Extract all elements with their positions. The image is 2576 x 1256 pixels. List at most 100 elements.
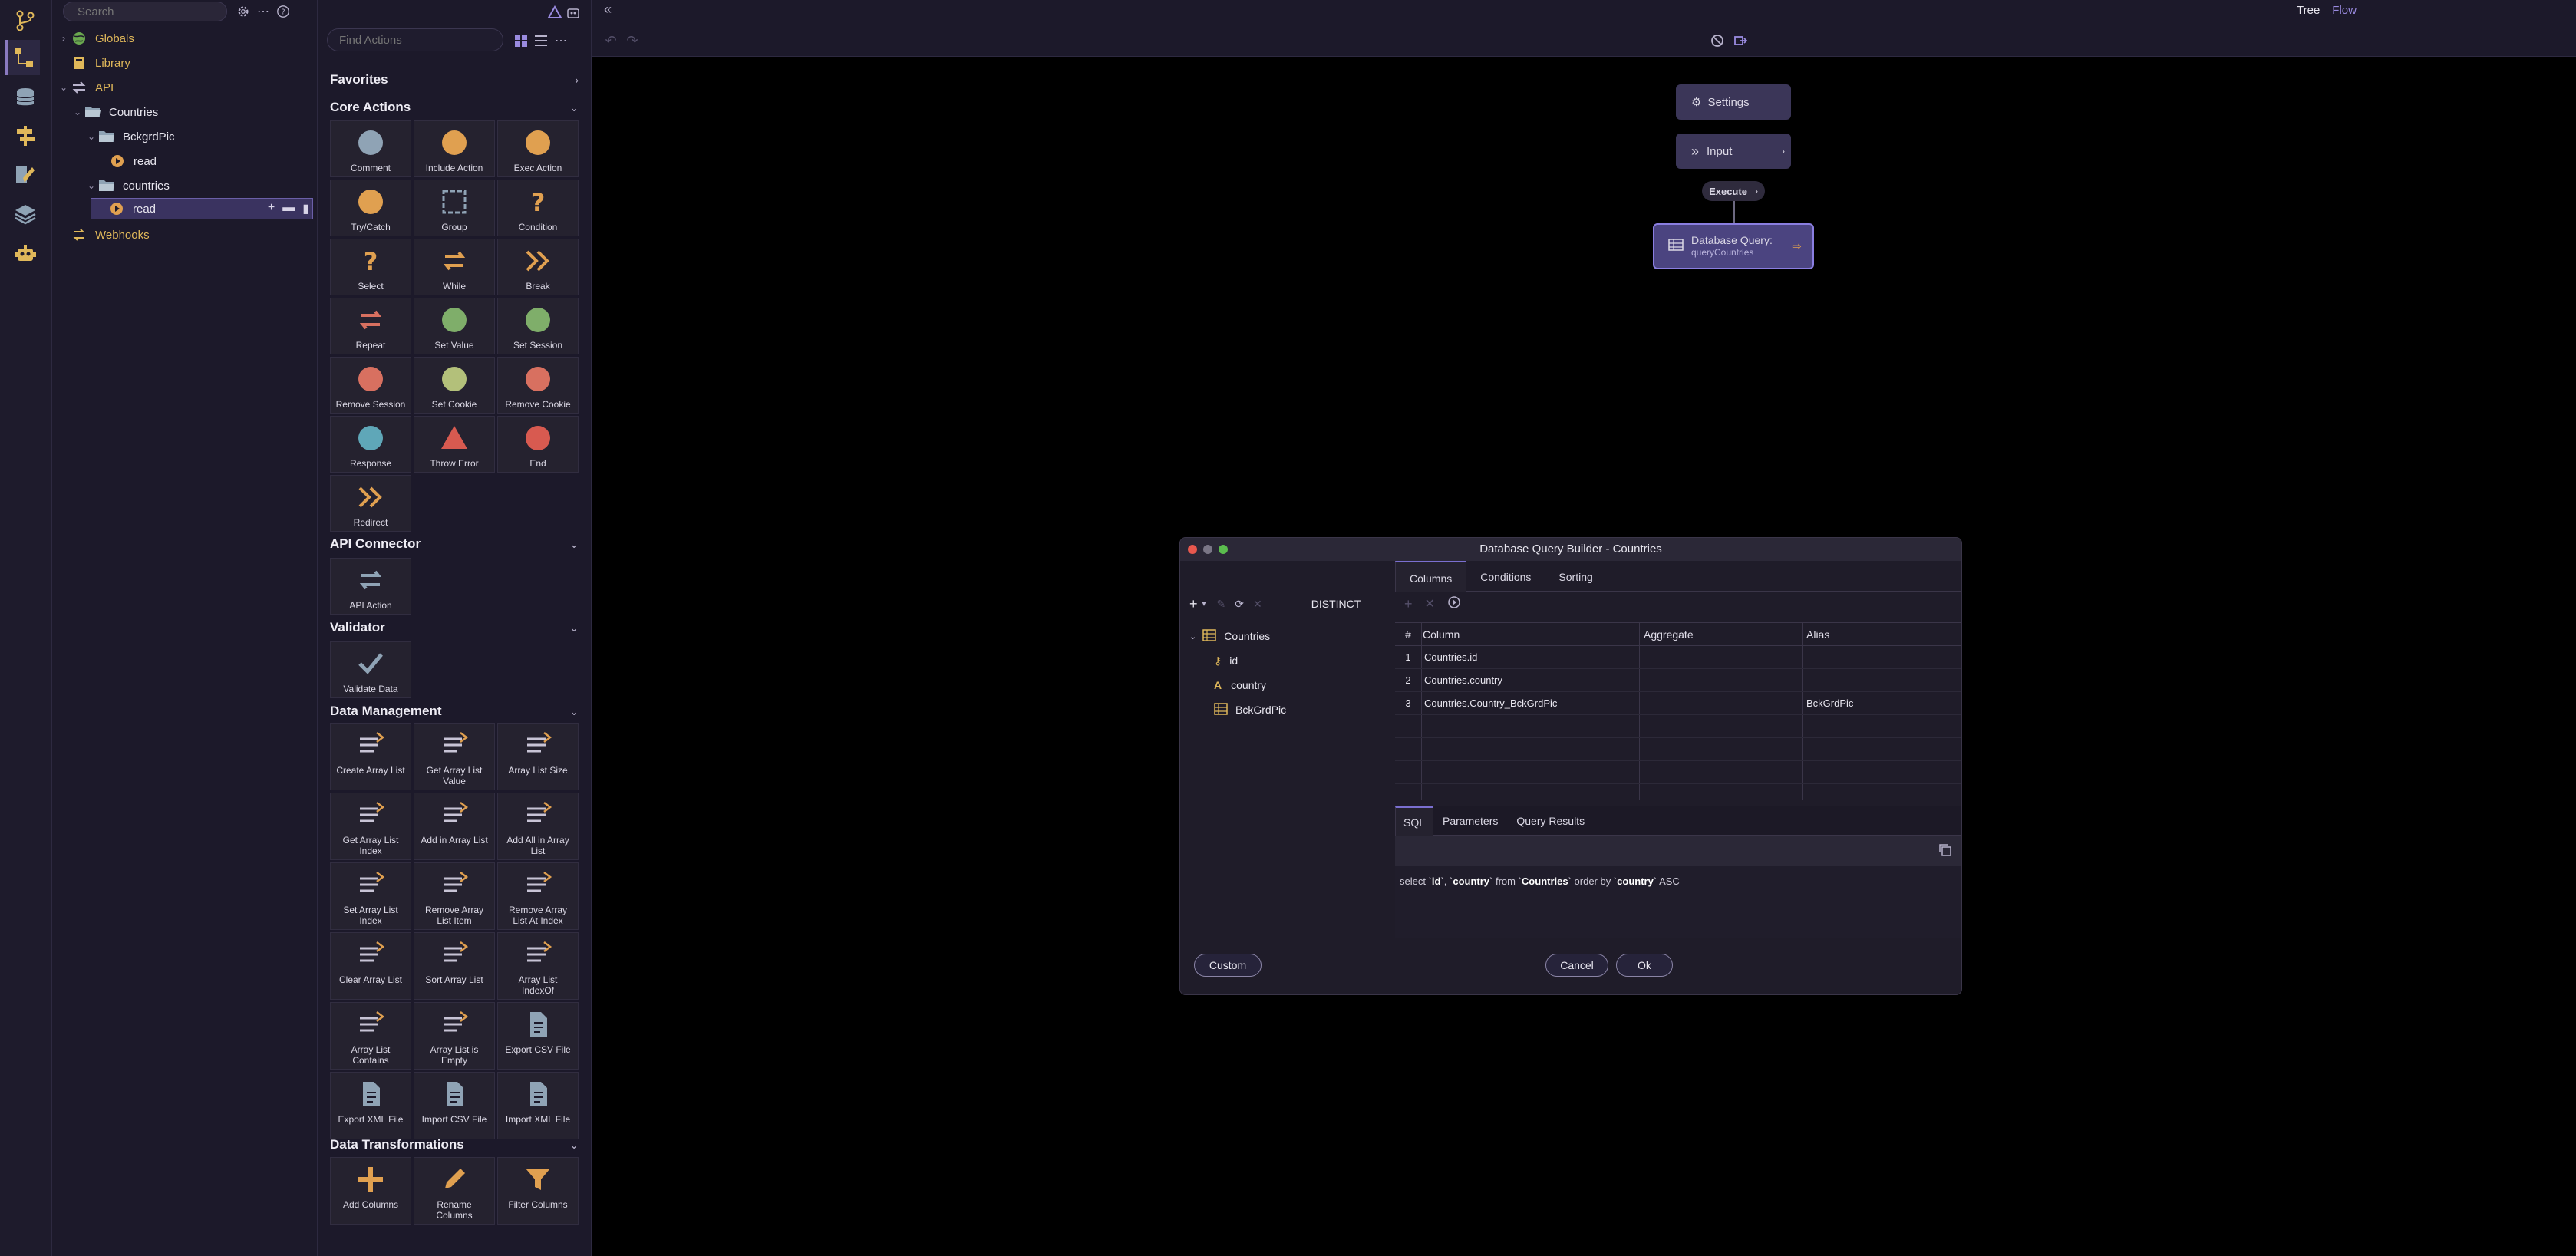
chevron-right-icon[interactable]: › — [1755, 186, 1758, 196]
field-bckgrdpic[interactable]: BckGrdPic — [1214, 698, 1286, 721]
action-tile[interactable]: Response — [330, 416, 411, 473]
robot-small-icon[interactable] — [563, 3, 583, 23]
grid-view-icon[interactable] — [511, 31, 531, 51]
table-row[interactable]: 2 Countries.country — [1395, 669, 1961, 692]
database-query-node[interactable]: Database Query: queryCountries ⇨ — [1653, 223, 1814, 269]
action-tile[interactable]: ? Condition — [497, 180, 579, 236]
section-favorites[interactable]: Favorites › — [330, 68, 583, 91]
tree-node-bckgrdpic-folder[interactable]: ⌄ BckgrdPic — [84, 126, 175, 147]
table-row-empty[interactable] — [1395, 738, 1961, 761]
field-id[interactable]: ⚷ id — [1214, 649, 1238, 672]
tab-columns[interactable]: Columns — [1395, 561, 1467, 592]
chevron-down-icon[interactable]: ⌄ — [1189, 631, 1196, 641]
collapse-panel-icon[interactable]: « — [604, 2, 612, 18]
tree-node-api[interactable]: ⌄ API — [57, 77, 114, 98]
layers-icon[interactable] — [8, 196, 43, 232]
action-tile[interactable]: Export XML File — [330, 1072, 411, 1139]
action-tile[interactable]: Array List Contains — [330, 1002, 411, 1070]
action-tile[interactable]: ? Select — [330, 239, 411, 295]
signpost-icon[interactable] — [8, 118, 43, 153]
action-tile[interactable]: Validate Data — [330, 641, 411, 698]
grid-header-column[interactable]: Column — [1421, 623, 1639, 646]
action-tile[interactable]: Import CSV File — [414, 1072, 495, 1139]
tab-query-results[interactable]: Query Results — [1507, 806, 1594, 836]
find-actions-input[interactable] — [327, 28, 503, 51]
add-column-icon[interactable]: + — [1404, 596, 1413, 612]
action-tile[interactable]: Include Action — [414, 120, 495, 177]
action-tile[interactable]: Exec Action — [497, 120, 579, 177]
action-tile[interactable]: Break — [497, 239, 579, 295]
table-row[interactable]: 3 Countries.Country_BckGrdPic BckGrdPic — [1395, 692, 1961, 715]
tab-sorting[interactable]: Sorting — [1545, 561, 1606, 592]
tree-node-library[interactable]: Library — [57, 52, 130, 74]
section-validator[interactable]: Validator ⌄ — [330, 616, 583, 639]
execute-node[interactable]: Execute › — [1702, 181, 1765, 201]
remove-column-icon[interactable]: ✕ — [1425, 596, 1435, 612]
tree-search-input[interactable] — [63, 2, 227, 21]
action-tile[interactable]: Add in Array List — [414, 793, 495, 860]
row-column[interactable]: Countries.Country_BckGrdPic — [1424, 692, 1557, 715]
refresh-icon[interactable]: ⟳ — [1235, 598, 1244, 611]
ok-button[interactable]: Ok — [1616, 954, 1673, 977]
settings-node[interactable]: ⚙ Settings — [1676, 84, 1791, 120]
chevron-down-icon[interactable]: ⌄ — [84, 180, 98, 191]
cancel-button[interactable]: Cancel — [1545, 954, 1608, 977]
action-tile[interactable]: Set Cookie — [414, 357, 495, 414]
action-tile[interactable]: Set Array List Index — [330, 862, 411, 930]
row-column[interactable]: Countries.country — [1424, 669, 1502, 692]
tree-node-read-endpoint[interactable]: read — [109, 150, 157, 172]
action-tile[interactable]: Get Array List Index — [330, 793, 411, 860]
action-tile[interactable]: Get Array List Value — [414, 723, 495, 790]
chevron-down-icon[interactable]: ⌄ — [84, 131, 98, 142]
tab-conditions[interactable]: Conditions — [1466, 561, 1545, 592]
action-tile[interactable]: Remove Cookie — [497, 357, 579, 414]
action-tile[interactable]: While — [414, 239, 495, 295]
section-data-management[interactable]: Data Management ⌄ — [330, 700, 583, 723]
action-tile[interactable]: Array List IndexOf — [497, 932, 579, 1000]
disable-icon[interactable] — [1707, 31, 1727, 51]
git-branch-icon[interactable] — [8, 3, 43, 38]
action-tile[interactable]: Clear Array List — [330, 932, 411, 1000]
action-tile[interactable]: Array List Size — [497, 723, 579, 790]
action-tile[interactable]: Remove Array List Item — [414, 862, 495, 930]
close-window-button[interactable] — [1188, 545, 1197, 554]
tree-node-webhooks[interactable]: Webhooks — [57, 224, 150, 246]
chevron-right-icon[interactable]: › — [1782, 146, 1785, 157]
tab-sql[interactable]: SQL — [1395, 806, 1434, 836]
chevron-down-icon[interactable]: ⌄ — [71, 107, 84, 117]
action-tile[interactable]: Array List is Empty — [414, 1002, 495, 1070]
more-icon[interactable]: ⋯ — [253, 2, 273, 21]
action-tile[interactable]: Set Session — [497, 298, 579, 354]
action-tile[interactable]: Comment — [330, 120, 411, 177]
delete-icon[interactable]: ✕ — [1253, 598, 1262, 611]
section-core-actions[interactable]: Core Actions ⌄ — [330, 96, 583, 119]
action-tile[interactable]: Sort Array List — [414, 932, 495, 1000]
field-country[interactable]: A country — [1214, 674, 1266, 697]
chevron-down-icon[interactable]: ⌄ — [569, 621, 579, 635]
action-tile[interactable]: Try/Catch — [330, 180, 411, 236]
maximize-window-button[interactable] — [1219, 545, 1228, 554]
tab-parameters[interactable]: Parameters — [1433, 806, 1507, 836]
tree-node-countries-folder[interactable]: ⌄ Countries — [71, 101, 158, 123]
more-icon[interactable]: ⋯ — [551, 31, 571, 51]
action-tile[interactable]: Remove Session — [330, 357, 411, 414]
add-icon[interactable]: + — [268, 201, 275, 216]
grid-header-aggregate[interactable]: Aggregate — [1639, 623, 1802, 646]
copy-icon[interactable] — [1938, 843, 1952, 861]
input-node[interactable]: » Input › — [1676, 134, 1791, 169]
table-row[interactable]: 1 Countries.id — [1395, 646, 1961, 669]
action-tile[interactable]: Add All in Array List — [497, 793, 579, 860]
custom-button[interactable]: Custom — [1194, 954, 1262, 977]
output-arrow-icon[interactable]: ⇨ — [1792, 239, 1802, 253]
table-node-countries[interactable]: ⌄ Countries — [1189, 625, 1270, 648]
sql-editor[interactable]: select `id`, `country` from `Countries` … — [1395, 836, 1961, 938]
chevron-down-icon[interactable]: ⌄ — [57, 82, 71, 93]
chevron-down-icon[interactable]: ⌄ — [569, 705, 579, 718]
design-icon[interactable] — [8, 157, 43, 192]
database-icon[interactable] — [8, 80, 43, 115]
action-tile[interactable]: Throw Error — [414, 416, 495, 473]
table-row-empty[interactable] — [1395, 761, 1961, 784]
add-icon[interactable]: + — [1189, 596, 1198, 612]
action-tile[interactable]: Import XML File — [497, 1072, 579, 1139]
chevron-right-icon[interactable]: › — [57, 33, 71, 44]
